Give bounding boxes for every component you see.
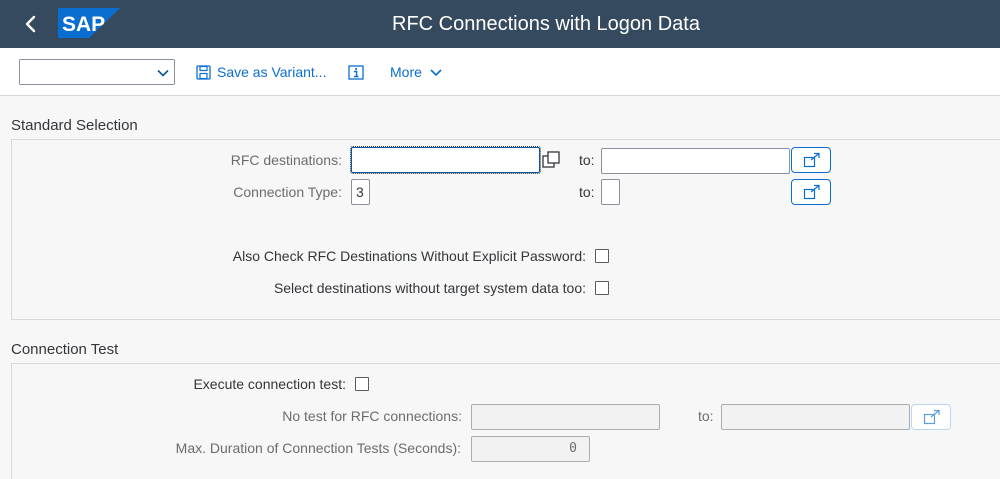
connection-type-to-label: to: [579,184,595,200]
execute-connection-test-label: Execute connection test: [193,376,346,392]
connection-type-from-input[interactable]: 3 [351,179,370,205]
no-test-rfc-label: No test for RFC connections: [282,408,462,424]
no-test-rfc-to-label: to: [698,408,714,424]
connection-type-label: Connection Type: [233,184,342,200]
back-button[interactable] [18,10,44,38]
rfc-destinations-to-label: to: [579,152,595,168]
sap-logo[interactable]: SAP [58,8,120,43]
execute-connection-test-checkbox[interactable] [355,377,369,391]
chevron-left-icon [25,15,36,33]
multiple-selection-button[interactable] [791,147,831,173]
page-title: RFC Connections with Logon Data [392,13,700,35]
toolbar: Save as Variant... More [0,48,1000,96]
section-title-standard-selection: Standard Selection [11,117,138,134]
without-target-system-label: Select destinations without target syste… [273,280,586,296]
value-help-icon [542,151,560,168]
multiple-selection-icon [923,409,940,425]
multiple-selection-icon [803,184,820,200]
max-duration-input[interactable]: 0 [471,436,590,462]
connection-type-to-input[interactable] [601,179,620,205]
value-help-button[interactable] [541,149,561,171]
max-duration-label: Max. Duration of Connection Tests (Secon… [175,440,461,456]
section-title-connection-test: Connection Test [11,341,119,358]
info-button[interactable] [348,60,364,84]
rfc-destinations-to-input[interactable] [601,148,790,174]
check-without-password-checkbox[interactable] [595,249,609,263]
check-without-password-label: Also Check RFC Destinations Without Expl… [232,248,586,264]
chevron-down-icon [430,69,442,77]
save-icon [196,65,211,80]
without-target-system-checkbox[interactable] [595,281,609,295]
rfc-destinations-from-input[interactable] [350,146,541,174]
no-test-rfc-from-input[interactable] [471,404,660,430]
rfc-destinations-label: RFC destinations: [230,152,342,168]
more-label: More [390,64,422,80]
variant-select[interactable] [19,59,175,85]
info-icon [348,65,364,80]
multiple-selection-icon [803,152,820,168]
save-as-variant-label: Save as Variant... [217,64,327,80]
no-test-rfc-to-input[interactable] [721,404,910,430]
shell-bar: SAP RFC Connections with Logon Data [0,0,1000,48]
multiple-selection-button[interactable] [791,179,831,205]
svg-text:SAP: SAP [62,13,105,36]
multiple-selection-button[interactable] [911,404,951,430]
chevron-down-icon [157,69,169,77]
